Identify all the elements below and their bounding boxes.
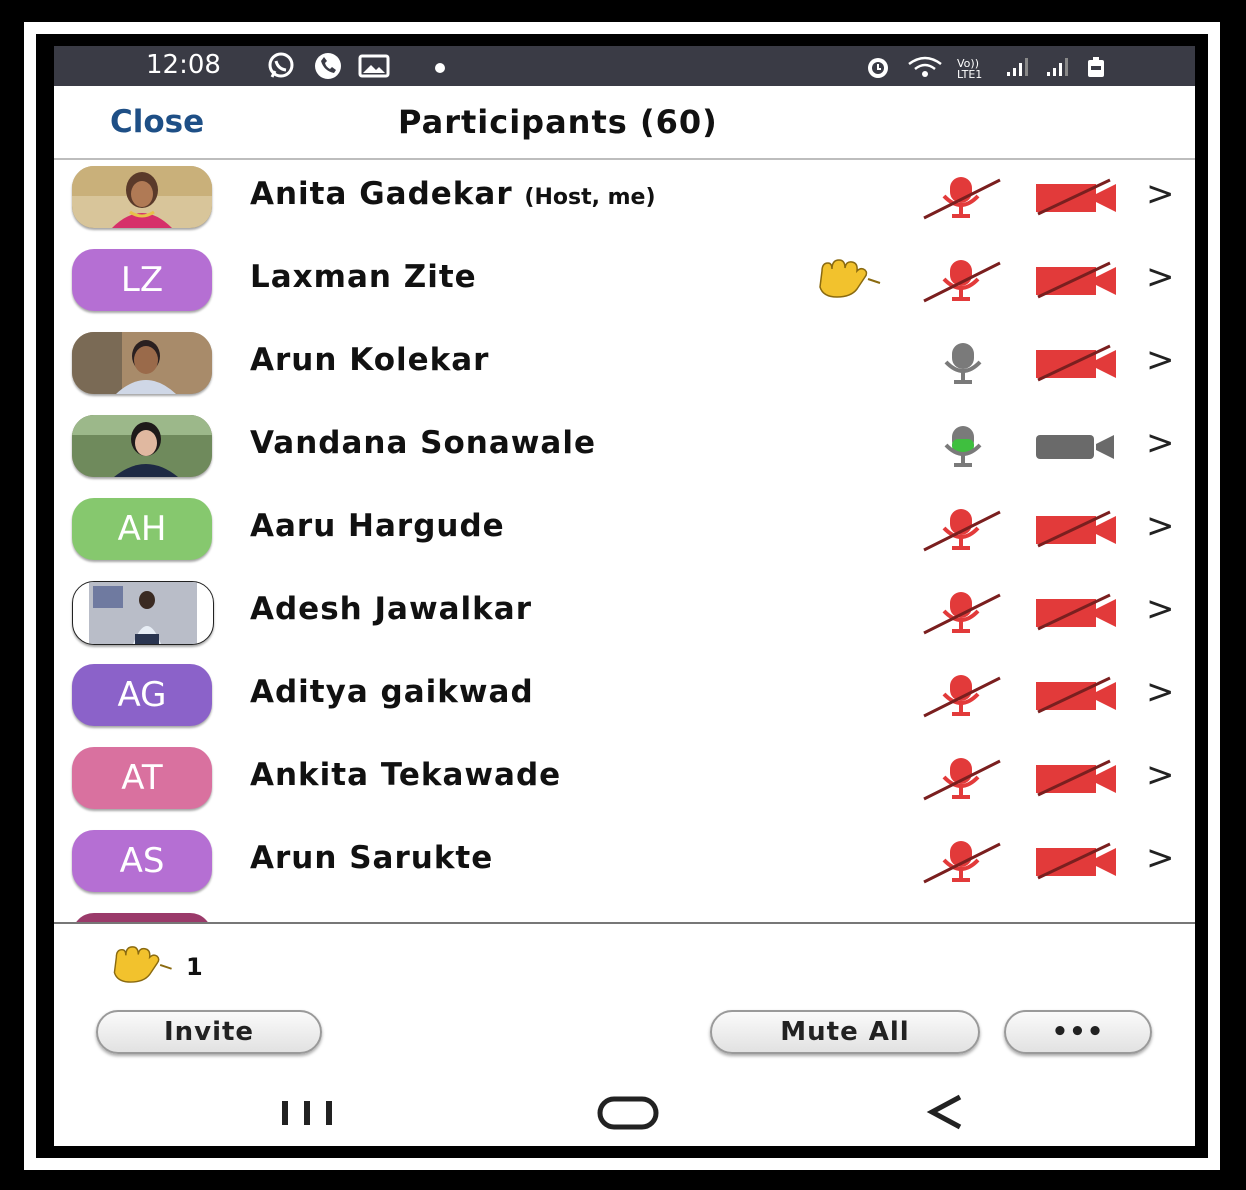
chevron-right-icon[interactable]: > <box>1146 423 1175 463</box>
raised-hand-icon <box>816 257 884 303</box>
video-off-icon[interactable] <box>1034 842 1120 886</box>
dot-icon <box>434 59 446 78</box>
mic-muted-icon[interactable] <box>920 506 1004 558</box>
avatar: AG <box>72 664 212 726</box>
avatar: AS <box>72 830 212 892</box>
whatsapp-icon <box>266 52 296 84</box>
video-off-icon[interactable] <box>1034 261 1120 305</box>
participant-row[interactable]: Adesh Jawalkar > <box>54 575 1195 658</box>
mic-speaking-icon[interactable] <box>938 423 988 475</box>
video-off-icon[interactable] <box>1034 593 1120 637</box>
avatar <box>72 913 212 922</box>
video-off-icon[interactable] <box>1034 510 1120 554</box>
mic-muted-icon[interactable] <box>920 755 1004 807</box>
participant-row[interactable]: Vandana Sonawale > <box>54 409 1195 492</box>
call-icon <box>310 52 344 84</box>
participant-row[interactable]: LZ Laxman Zite > <box>54 243 1195 326</box>
chevron-right-icon[interactable]: > <box>1146 672 1175 712</box>
participant-name: Arun Kolekar <box>250 342 490 378</box>
participant-row[interactable]: AS Arun Sarukte > <box>54 824 1195 907</box>
avatar <box>72 581 214 645</box>
page-title: Participants (60) <box>398 103 718 141</box>
recent-apps-icon[interactable] <box>280 1100 336 1130</box>
close-button[interactable]: Close <box>110 104 204 140</box>
chevron-right-icon[interactable]: > <box>1146 589 1175 629</box>
video-on-icon[interactable] <box>1034 427 1120 471</box>
participant-name: Aaru Hargude <box>250 508 505 544</box>
mic-muted-icon[interactable] <box>920 257 1004 309</box>
phone-screen: 12:08 Vo)) LTE1 Close Participants (60) … <box>54 46 1195 1146</box>
video-off-icon[interactable] <box>1034 676 1120 720</box>
participants-header: Close Participants (60) <box>54 86 1195 160</box>
avatar: AT <box>72 747 212 809</box>
raised-hands-summary: 1 <box>110 944 203 990</box>
avatar <box>72 332 212 394</box>
avatar <box>72 415 212 477</box>
chevron-right-icon[interactable]: > <box>1146 506 1175 546</box>
battery-icon <box>1085 56 1107 82</box>
back-icon[interactable] <box>926 1094 966 1134</box>
divider <box>54 922 1195 924</box>
participants-list[interactable]: Anita Gadekar (Host, me) > LZ Laxman Zit… <box>54 160 1195 922</box>
video-off-icon[interactable] <box>1034 344 1120 388</box>
status-time: 12:08 <box>146 50 221 80</box>
participant-row[interactable]: AT Ankita Tekawade > <box>54 741 1195 824</box>
chevron-right-icon[interactable]: > <box>1146 838 1175 878</box>
participant-name: Ankita Tekawade <box>250 757 562 793</box>
gallery-icon <box>358 54 390 82</box>
participant-row[interactable]: AH Aaru Hargude > <box>54 492 1195 575</box>
network-label: Vo)) LTE1 <box>957 57 983 81</box>
mic-muted-icon[interactable] <box>920 589 1004 641</box>
chevron-right-icon[interactable]: > <box>1146 340 1175 380</box>
mute-all-button[interactable]: Mute All <box>710 1010 980 1054</box>
wifi-icon <box>907 56 943 82</box>
participant-row[interactable]: Anita Gadekar (Host, me) > <box>54 160 1195 243</box>
mic-muted-icon[interactable] <box>920 838 1004 890</box>
participant-row-partial[interactable] <box>54 907 1195 922</box>
home-icon[interactable] <box>597 1096 659 1134</box>
signal-icon <box>1005 57 1031 81</box>
avatar <box>72 166 212 228</box>
avatar: AH <box>72 498 212 560</box>
more-options-button[interactable]: ••• <box>1004 1010 1152 1054</box>
alarm-icon <box>863 54 893 84</box>
status-bar: 12:08 Vo)) LTE1 <box>54 46 1195 86</box>
participant-name: Vandana Sonawale <box>250 425 596 461</box>
avatar: LZ <box>72 249 212 311</box>
participant-name: Anita Gadekar (Host, me) <box>250 176 656 212</box>
participant-name: Aditya gaikwad <box>250 674 534 710</box>
participant-row[interactable]: AG Aditya gaikwad > <box>54 658 1195 741</box>
raised-hands-count: 1 <box>186 953 203 981</box>
mic-muted-icon[interactable] <box>920 672 1004 724</box>
participant-name: Adesh Jawalkar <box>250 591 532 627</box>
mic-icon[interactable] <box>938 340 988 392</box>
host-tag: (Host, me) <box>524 185 656 210</box>
chevron-right-icon[interactable]: > <box>1146 755 1175 795</box>
video-off-icon[interactable] <box>1034 759 1120 803</box>
invite-button[interactable]: Invite <box>96 1010 322 1054</box>
participant-name: Laxman Zite <box>250 259 477 295</box>
chevron-right-icon[interactable]: > <box>1146 257 1175 297</box>
raised-hand-icon <box>110 944 176 990</box>
participant-name: Arun Sarukte <box>250 840 494 876</box>
participant-row[interactable]: Arun Kolekar > <box>54 326 1195 409</box>
chevron-right-icon[interactable]: > <box>1146 174 1175 214</box>
signal-icon <box>1045 57 1071 81</box>
system-nav-bar <box>54 1076 1195 1146</box>
video-off-icon[interactable] <box>1034 178 1120 222</box>
mic-muted-icon[interactable] <box>920 174 1004 226</box>
